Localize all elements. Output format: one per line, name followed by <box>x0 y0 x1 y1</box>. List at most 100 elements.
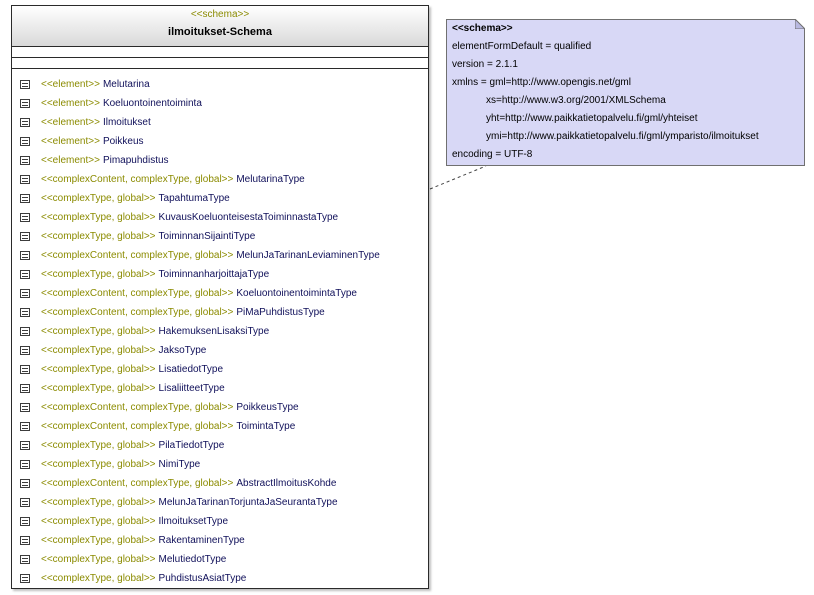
note-title: <<schema>> <box>452 23 513 34</box>
operation-row[interactable]: <<complexType, global>> JaksoType <box>12 341 428 360</box>
operation-icon <box>20 99 30 108</box>
operation-stereotype: <<complexType, global>> <box>41 554 156 565</box>
operation-icon <box>20 251 30 260</box>
operation-stereotype: <<complexType, global>> <box>41 193 156 204</box>
operation-stereotype: <<complexType, global>> <box>41 364 156 375</box>
operation-row[interactable]: <<complexContent, complexType, global>> A… <box>12 474 428 493</box>
operation-stereotype: <<complexContent, complexType, global>> <box>41 288 234 299</box>
operation-icon <box>20 555 30 564</box>
operation-name: Melutarina <box>102 79 150 90</box>
operation-row[interactable]: <<complexContent, complexType, global>> T… <box>12 417 428 436</box>
operation-stereotype: <<complexContent, complexType, global>> <box>41 250 234 261</box>
operation-stereotype: <<complexType, global>> <box>41 231 156 242</box>
operation-name: PiMaPuhdistusType <box>236 307 325 318</box>
operation-stereotype: <<complexContent, complexType, global>> <box>41 478 234 489</box>
operations-list: <<element>> Melutarina <<element>> Koeluont… <box>12 75 428 588</box>
operation-icon <box>20 232 30 241</box>
operation-icon <box>20 327 30 336</box>
operation-name: Ilmoitukset <box>102 117 151 128</box>
operation-icon <box>20 517 30 526</box>
operation-icon <box>20 175 30 184</box>
operation-row[interactable]: <<complexType, global>> ToiminnanSijainti… <box>12 227 428 246</box>
operation-row[interactable]: <<element>> Pimapuhdistus <box>12 151 428 170</box>
operation-icon <box>20 498 30 507</box>
operation-row[interactable]: <<complexType, global>> IlmoituksetType <box>12 512 428 531</box>
operation-stereotype: <<complexContent, complexType, global>> <box>41 307 234 318</box>
operation-stereotype: <<complexType, global>> <box>41 535 156 546</box>
operation-icon <box>20 441 30 450</box>
operation-row[interactable]: <<complexType, global>> HakemuksenLisaksi… <box>12 322 428 341</box>
class-header: <<schema>> ilmoitukset-Schema <box>12 6 428 47</box>
operation-row[interactable]: <<complexType, global>> MelutiedotType <box>12 550 428 569</box>
operation-name: PoikkeusType <box>236 402 299 413</box>
operation-icon <box>20 403 30 412</box>
operation-stereotype: <<complexContent, complexType, global>> <box>41 402 234 413</box>
operation-row[interactable]: <<complexType, global>> KuvausKoeluonteis… <box>12 208 428 227</box>
operation-name: Poikkeus <box>102 136 144 147</box>
operation-name: JaksoType <box>158 345 207 356</box>
operation-icon <box>20 479 30 488</box>
operation-icon <box>20 194 30 203</box>
operation-row[interactable]: <<complexType, global>> NimiType <box>12 455 428 474</box>
operation-stereotype: <<complexType, global>> <box>41 573 156 584</box>
class-title: ilmoitukset-Schema <box>168 26 272 38</box>
operation-row[interactable]: <<complexType, global>> MelunJaTarinanTor… <box>12 493 428 512</box>
operation-icon <box>20 80 30 89</box>
operation-name: HakemuksenLisaksiType <box>158 326 270 337</box>
note-line: encoding = UTF-8 <box>452 149 533 160</box>
operation-stereotype: <<complexContent, complexType, global>> <box>41 421 234 432</box>
operation-row[interactable]: <<complexContent, complexType, global>> M… <box>12 170 428 189</box>
operation-icon <box>20 213 30 222</box>
class-stereotype: <<schema>> <box>190 9 250 20</box>
operation-stereotype: <<complexType, global>> <box>41 459 156 470</box>
operation-icon <box>20 156 30 165</box>
operation-icon <box>20 346 30 355</box>
operation-row[interactable]: <<complexType, global>> PuhdistusAsiatTyp… <box>12 569 428 588</box>
operation-name: Pimapuhdistus <box>102 155 169 166</box>
operation-name: LisatiedotType <box>158 364 224 375</box>
operation-name: PuhdistusAsiatType <box>158 573 247 584</box>
operation-stereotype: <<complexType, global>> <box>41 497 156 508</box>
operation-row[interactable]: <<complexContent, complexType, global>> M… <box>12 246 428 265</box>
operation-name: MelunJaTarinanLeviaminenType <box>236 250 380 261</box>
operation-icon <box>20 536 30 545</box>
operation-row[interactable]: <<complexType, global>> PilaTiedotType <box>12 436 428 455</box>
operation-row[interactable]: <<complexType, global>> RakentaminenType <box>12 531 428 550</box>
operation-name: KoeluontoinentoimintaType <box>236 288 357 299</box>
operation-name: PilaTiedotType <box>158 440 225 451</box>
operation-row[interactable]: <<complexContent, complexType, global>> P… <box>12 398 428 417</box>
operation-row[interactable]: <<complexContent, complexType, global>> P… <box>12 303 428 322</box>
operation-stereotype: <<complexType, global>> <box>41 516 156 527</box>
attributes-compartment <box>12 47 428 58</box>
operation-name: ToiminnanSijaintiType <box>158 231 256 242</box>
operation-row[interactable]: <<element>> Poikkeus <box>12 132 428 151</box>
operation-row[interactable]: <<element>> Melutarina <box>12 75 428 94</box>
schema-class-box[interactable]: <<schema>> ilmoitukset-Schema <<element>… <box>11 5 429 589</box>
operation-row[interactable]: <<element>> Koeluontoinentoiminta <box>12 94 428 113</box>
note-fold-corner <box>795 19 805 29</box>
operation-row[interactable]: <<complexType, global>> LisaliitteetType <box>12 379 428 398</box>
operation-row[interactable]: <<complexType, global>> Toiminnanharjoitt… <box>12 265 428 284</box>
operation-name: TapahtumaType <box>158 193 230 204</box>
operation-stereotype: <<complexType, global>> <box>41 383 156 394</box>
operation-stereotype: <<element>> <box>41 155 100 166</box>
operation-row[interactable]: <<complexContent, complexType, global>> K… <box>12 284 428 303</box>
operation-name: Koeluontoinentoiminta <box>102 98 202 109</box>
operation-icon <box>20 422 30 431</box>
operation-icon <box>20 460 30 469</box>
operation-icon <box>20 365 30 374</box>
operation-name: MelutarinaType <box>236 174 305 185</box>
operation-stereotype: <<complexType, global>> <box>41 212 156 223</box>
operation-row[interactable]: <<complexType, global>> LisatiedotType <box>12 360 428 379</box>
operation-name: IlmoituksetType <box>158 516 229 527</box>
operation-icon <box>20 308 30 317</box>
operation-icon <box>20 137 30 146</box>
note-line: elementFormDefault = qualified <box>452 41 592 52</box>
schema-note[interactable]: <<schema>> elementFormDefault = qualifie… <box>446 19 805 166</box>
operation-name: MelunJaTarinanTorjuntaJaSeurantaType <box>158 497 338 508</box>
operation-row[interactable]: <<element>> Ilmoitukset <box>12 113 428 132</box>
operation-name: ToiminnanharjoittajaType <box>158 269 270 280</box>
operation-icon <box>20 118 30 127</box>
operation-row[interactable]: <<complexType, global>> TapahtumaType <box>12 189 428 208</box>
operation-stereotype: <<element>> <box>41 98 100 109</box>
